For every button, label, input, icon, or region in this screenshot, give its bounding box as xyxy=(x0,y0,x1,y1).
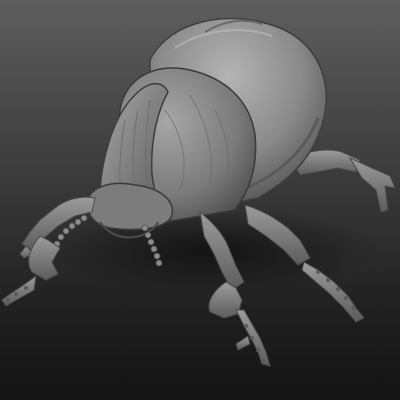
right-hind-leg xyxy=(289,149,396,213)
sculpt-viewport xyxy=(0,0,400,400)
beetle-render xyxy=(1,17,396,367)
